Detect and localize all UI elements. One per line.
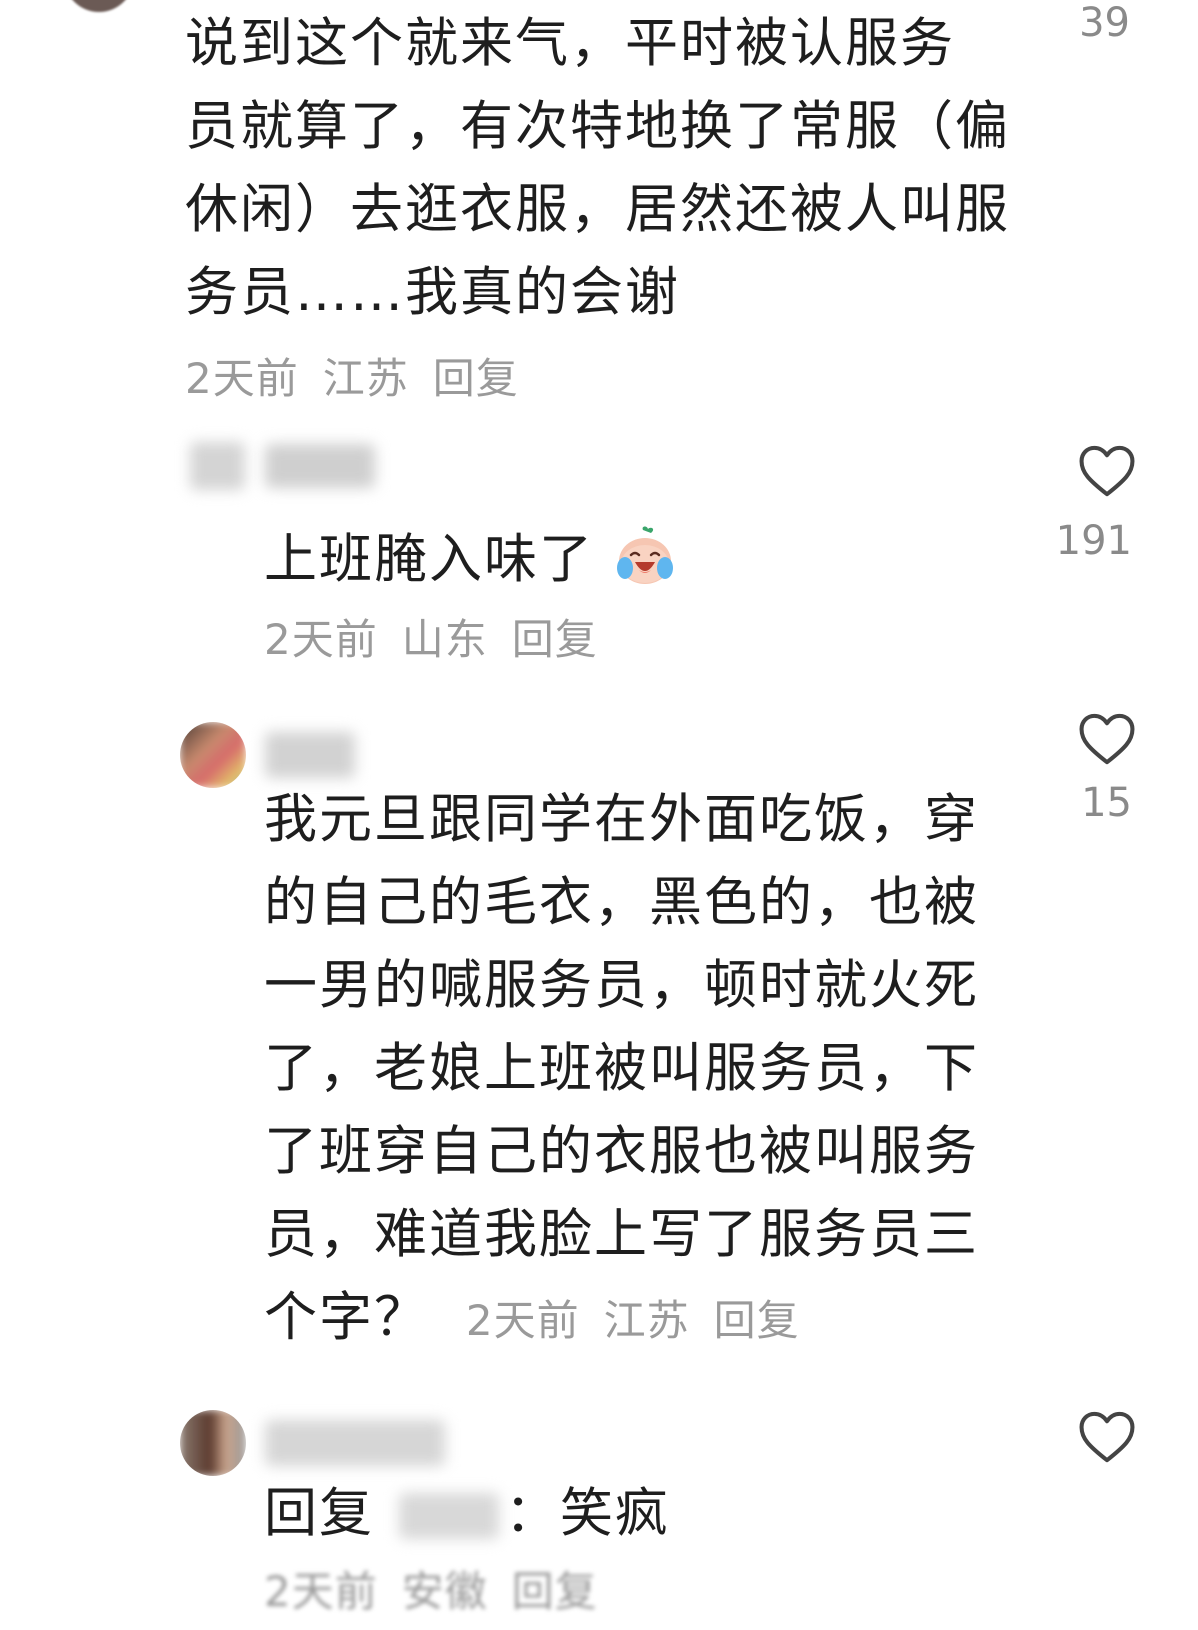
comment-item: 回复 ：笑疯 2天前 安徽 回复 [0,1410,1198,1630]
comment-location: 安徽 [401,1567,488,1616]
like-count: 191 [1055,518,1132,564]
comment-location: 江苏 [603,1296,690,1345]
mentioned-username[interactable] [398,1493,499,1540]
comment-text-line: 上班腌入味了 [264,529,594,590]
reply-prefix: 回复 [264,1483,374,1544]
comment-text-line: 说到这个就来气，平时被认服务 [185,13,955,74]
comment-text-line: 务员……我真的会谢 [185,262,680,323]
comment-meta: 2天前 江苏 回复 [466,1296,800,1345]
comment-text-line: 的自己的毛衣，黑色的，也被 [264,872,979,933]
comment-time: 2天前 [264,615,378,664]
comment-text: 回复 ：笑疯 [264,1472,670,1555]
heart-outline-icon [1079,445,1135,497]
reply-content: ：笑疯 [504,1483,670,1544]
comment-text-line: 一男的喊服务员，顿时就火死 [264,955,979,1016]
comment-text-line: 员就算了，有次特地换了常服（偏 [185,96,1010,157]
avatar[interactable] [180,1410,246,1476]
comment-text-line: 个字？ [264,1287,429,1348]
comment-text-line: 了班穿自己的衣服也被叫服务 [264,1121,979,1182]
comment-time: 2天前 [264,1567,378,1616]
heart-outline-icon [1079,1411,1135,1463]
reply-button[interactable]: 回复 [433,354,519,403]
comment-text-line: 休闲）去逛衣服，居然还被人叫服 [185,179,1010,240]
like-count: 39 [1079,0,1130,46]
comment-time: 2天前 [185,354,299,403]
comment-text-line: 我元旦跟同学在外面吃饭，穿 [264,789,979,850]
username[interactable] [265,1420,445,1466]
like-button[interactable] [1076,710,1138,770]
comment-meta: 2天前 安徽 回复 [264,1558,598,1619]
like-count: 15 [1081,780,1132,826]
username[interactable] [265,444,375,488]
crying-laughing-emoji [613,524,677,588]
comment-item: 191 上班腌入味了 2天前 山东 回复 [0,420,1198,670]
comment-meta: 2天前 江苏 回复 [185,345,519,406]
comment-item: 15 我元旦跟同学在外面吃饭，穿 的自己的毛衣，黑色的，也被 一男的喊服务员，顿… [0,700,1198,1380]
heart-outline-icon [1079,713,1135,765]
like-button[interactable] [1076,1408,1138,1468]
comment-location: 江苏 [322,354,409,403]
comment-time: 2天前 [465,1296,580,1345]
reply-button[interactable]: 回复 [512,1567,598,1616]
crying-laughing-emoji-icon [616,526,673,585]
comment-text-line: 了，老娘上班被叫服务员，下 [264,1038,979,1099]
comment-item: 说到这个就来气，平时被认服务 员就算了，有次特地换了常服（偏 休闲）去逛衣服，居… [0,0,1198,403]
comment-text: 上班腌入味了 [264,518,677,601]
comment-text: 我元旦跟同学在外面吃饭，穿 的自己的毛衣，黑色的，也被 一男的喊服务员，顿时就火… [264,778,1024,1362]
comment-text: 说到这个就来气，平时被认服务 员就算了，有次特地换了常服（偏 休闲）去逛衣服，居… [185,2,1045,334]
reply-button[interactable]: 回复 [714,1296,800,1345]
avatar[interactable] [180,722,246,788]
avatar[interactable] [190,442,245,490]
comment-location: 山东 [401,615,488,664]
reply-button[interactable]: 回复 [512,615,598,664]
like-button[interactable] [1076,442,1138,502]
comment-text-line: 员，难道我脸上写了服务员三 [264,1204,979,1265]
comment-meta: 2天前 山东 回复 [264,606,598,667]
username[interactable] [265,732,355,778]
